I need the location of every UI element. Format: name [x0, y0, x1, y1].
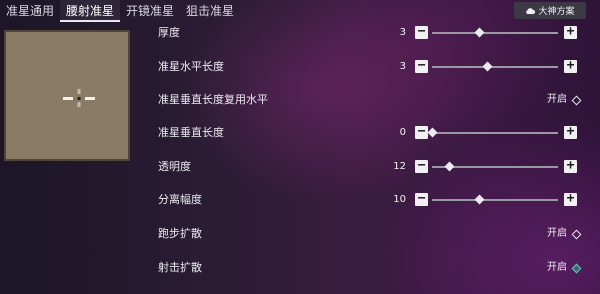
- decrease-button[interactable]: −: [415, 159, 428, 173]
- setting-run-spread[interactable]: 跑步扩散 开启: [158, 224, 588, 244]
- slider-track[interactable]: [432, 161, 558, 172]
- slider-thumb[interactable]: [474, 194, 485, 205]
- diamond-toggle-icon: [571, 95, 582, 105]
- diamond-toggle-icon: [571, 229, 582, 239]
- setting-value: 10: [393, 194, 406, 205]
- decrease-button[interactable]: −: [415, 59, 428, 73]
- setting-label: 跑步扩散: [158, 227, 202, 240]
- slider-thumb[interactable]: [482, 61, 493, 72]
- settings-list: 厚度 3 − + 准星水平长度 3 − + 准星垂直长度复用水平 开启 准星垂直…: [0, 0, 600, 294]
- setting-label: 射击扩散: [158, 261, 202, 274]
- toggle-state: 开启: [547, 262, 567, 273]
- increase-button[interactable]: +: [564, 159, 577, 173]
- increase-button[interactable]: +: [564, 59, 577, 73]
- slider-thumb[interactable]: [427, 127, 437, 138]
- decrease-button[interactable]: −: [415, 125, 428, 139]
- decrease-button[interactable]: −: [415, 192, 428, 206]
- increase-button[interactable]: +: [564, 125, 577, 139]
- setting-vertical-length: 准星垂直长度 0 − +: [158, 123, 588, 143]
- setting-value: 12: [393, 161, 406, 172]
- setting-horizontal-length: 准星水平长度 3 − +: [158, 57, 588, 77]
- toggle-state: 开启: [547, 94, 567, 105]
- setting-label: 准星水平长度: [158, 60, 224, 73]
- toggle-switch[interactable]: 开启: [547, 258, 582, 278]
- increase-button[interactable]: +: [564, 25, 577, 39]
- slider-track[interactable]: [432, 194, 558, 205]
- setting-opacity: 透明度 12 − +: [158, 157, 588, 177]
- setting-value: 3: [399, 27, 406, 38]
- slider-track[interactable]: [432, 27, 558, 38]
- diamond-toggle-active-icon: [571, 263, 582, 273]
- setting-thickness: 厚度 3 − +: [158, 23, 588, 43]
- decrease-button[interactable]: −: [415, 25, 428, 39]
- slider-thumb[interactable]: [444, 161, 455, 172]
- slider-thumb[interactable]: [474, 27, 485, 38]
- setting-label: 分离幅度: [158, 193, 202, 206]
- setting-vertical-reuse-horizontal[interactable]: 准星垂直长度复用水平 开启: [158, 90, 588, 110]
- setting-separation: 分离幅度 10 − +: [158, 190, 588, 210]
- setting-value: 0: [399, 127, 406, 138]
- setting-value: 3: [399, 61, 406, 72]
- setting-label: 透明度: [158, 160, 191, 173]
- setting-fire-spread[interactable]: 射击扩散 开启: [158, 258, 588, 278]
- increase-button[interactable]: +: [564, 192, 577, 206]
- setting-label: 厚度: [158, 26, 180, 39]
- toggle-switch[interactable]: 开启: [547, 90, 582, 110]
- toggle-switch[interactable]: 开启: [547, 224, 582, 244]
- toggle-state: 开启: [547, 228, 567, 239]
- slider-track[interactable]: [432, 61, 558, 72]
- slider-track[interactable]: [427, 127, 558, 138]
- setting-label: 准星垂直长度复用水平: [158, 93, 268, 106]
- setting-label: 准星垂直长度: [158, 126, 224, 139]
